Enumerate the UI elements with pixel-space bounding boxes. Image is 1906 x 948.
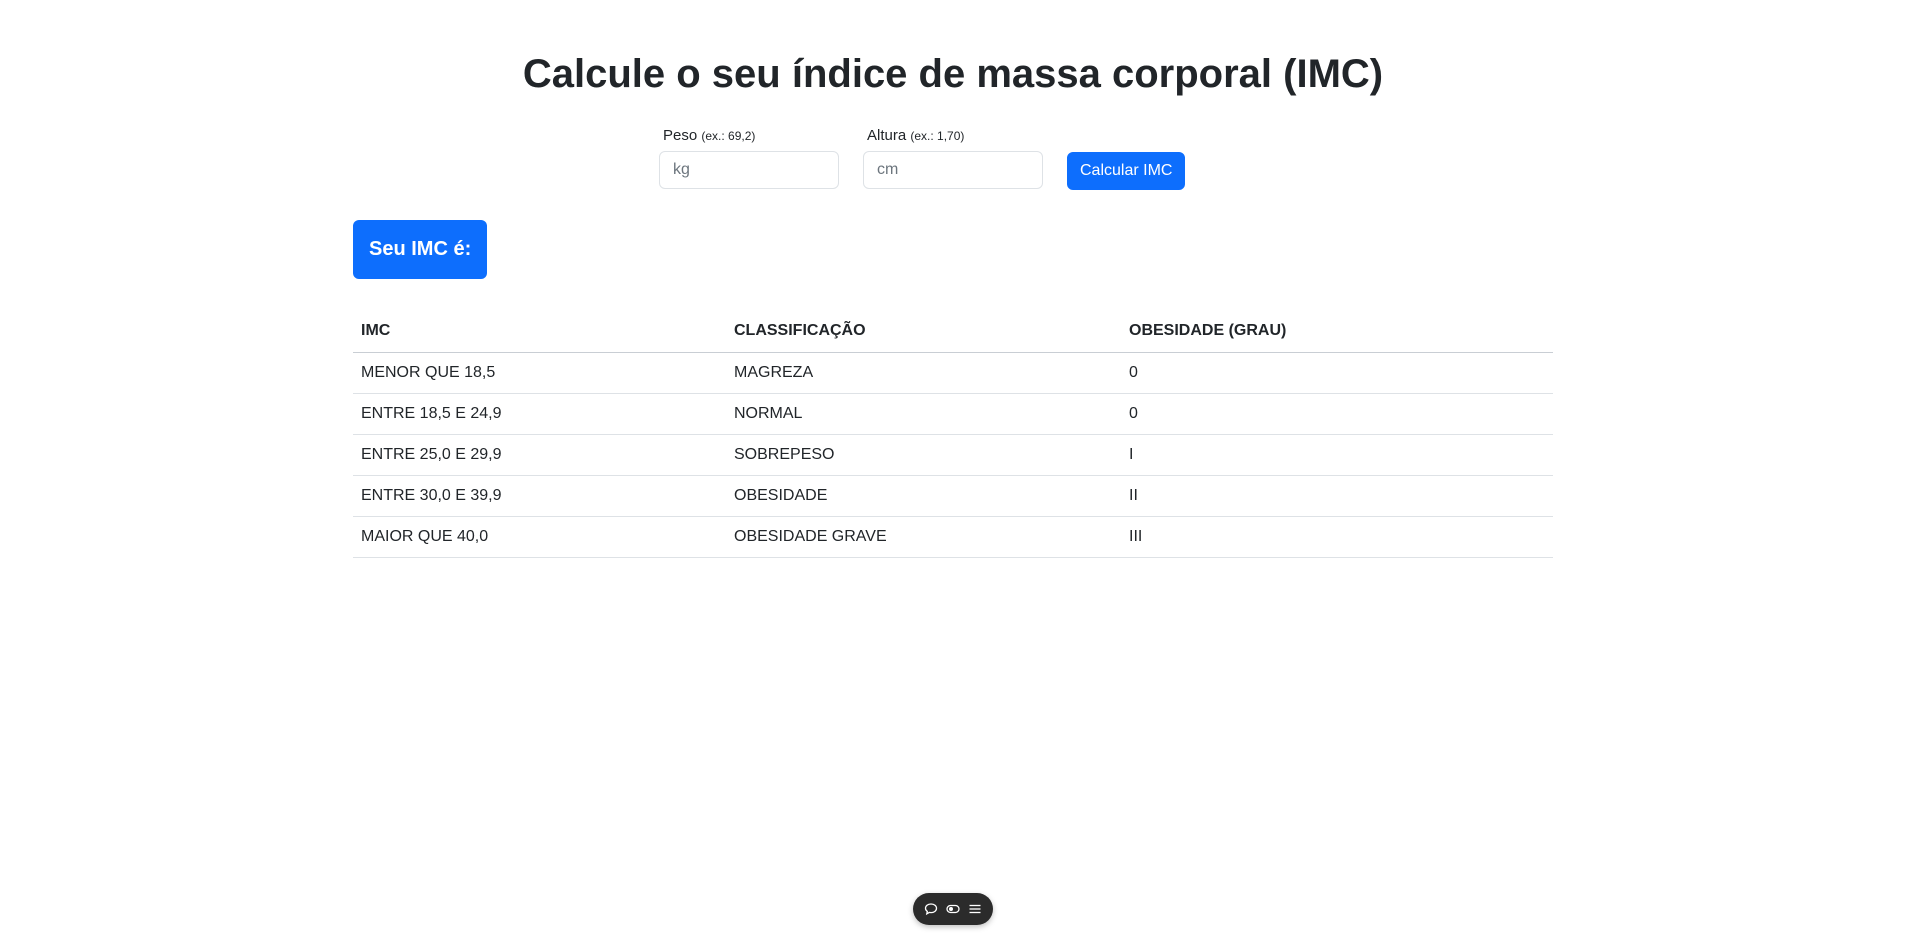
altura-hint: (ex.: 1,70) xyxy=(910,129,965,143)
table-cell-grau: 0 xyxy=(1121,352,1553,394)
menu-icon[interactable] xyxy=(965,899,985,919)
comment-icon[interactable] xyxy=(921,899,941,919)
column-header-imc: IMC xyxy=(353,311,726,353)
page-title: Calcule o seu índice de massa corporal (… xyxy=(522,52,1384,96)
table-row: MAIOR QUE 40,0 OBESIDADE GRAVE III xyxy=(353,516,1553,558)
table-cell-imc: MAIOR QUE 40,0 xyxy=(353,516,726,558)
altura-field-group: Altura (ex.: 1,70) xyxy=(863,126,1043,189)
table-cell-grau: II xyxy=(1121,475,1553,517)
table-row: ENTRE 30,0 E 39,9 OBESIDADE II xyxy=(353,475,1553,517)
imc-result-box: Seu IMC é: xyxy=(353,220,488,279)
altura-label: Altura (ex.: 1,70) xyxy=(867,126,1043,146)
peso-field-group: Peso (ex.: 69,2) xyxy=(659,126,839,189)
table-cell-imc: MENOR QUE 18,5 xyxy=(353,352,726,394)
table-cell-classificacao: OBESIDADE GRAVE xyxy=(726,516,1121,558)
table-header-row: IMC CLASSIFICAÇÃO OBESIDADE (GRAU) xyxy=(353,311,1553,353)
table-cell-classificacao: OBESIDADE xyxy=(726,475,1121,517)
table-cell-grau: 0 xyxy=(1121,393,1553,435)
table-cell-grau: I xyxy=(1121,434,1553,476)
altura-label-text: Altura xyxy=(867,127,907,144)
table-cell-imc: ENTRE 18,5 E 24,9 xyxy=(353,393,726,435)
table-cell-classificacao: MAGREZA xyxy=(726,352,1121,394)
table-row: MENOR QUE 18,5 MAGREZA 0 xyxy=(353,352,1553,394)
table-cell-imc: ENTRE 25,0 E 29,9 xyxy=(353,434,726,476)
table-cell-grau: III xyxy=(1121,516,1553,558)
column-header-classificacao: CLASSIFICAÇÃO xyxy=(726,311,1121,353)
peso-hint: (ex.: 69,2) xyxy=(701,129,756,143)
peso-label-text: Peso xyxy=(663,127,698,144)
page: Calcule o seu índice de massa corporal (… xyxy=(0,0,1906,948)
table-row: ENTRE 18,5 E 24,9 NORMAL 0 xyxy=(353,393,1553,435)
floating-toolbar xyxy=(913,893,993,925)
peso-input[interactable] xyxy=(659,151,839,189)
imc-classification-table: IMC CLASSIFICAÇÃO OBESIDADE (GRAU) MENOR… xyxy=(353,311,1553,558)
table-cell-classificacao: SOBREPESO xyxy=(726,434,1121,476)
column-header-obesidade-grau: OBESIDADE (GRAU) xyxy=(1121,311,1553,353)
altura-input[interactable] xyxy=(863,151,1043,189)
peso-label: Peso (ex.: 69,2) xyxy=(663,126,839,146)
calcular-imc-button[interactable]: Calcular IMC xyxy=(1067,152,1186,190)
table-cell-classificacao: NORMAL xyxy=(726,393,1121,435)
toggle-icon[interactable] xyxy=(943,899,963,919)
table-cell-imc: ENTRE 30,0 E 39,9 xyxy=(353,475,726,517)
table-row: ENTRE 25,0 E 29,9 SOBREPESO I xyxy=(353,434,1553,476)
